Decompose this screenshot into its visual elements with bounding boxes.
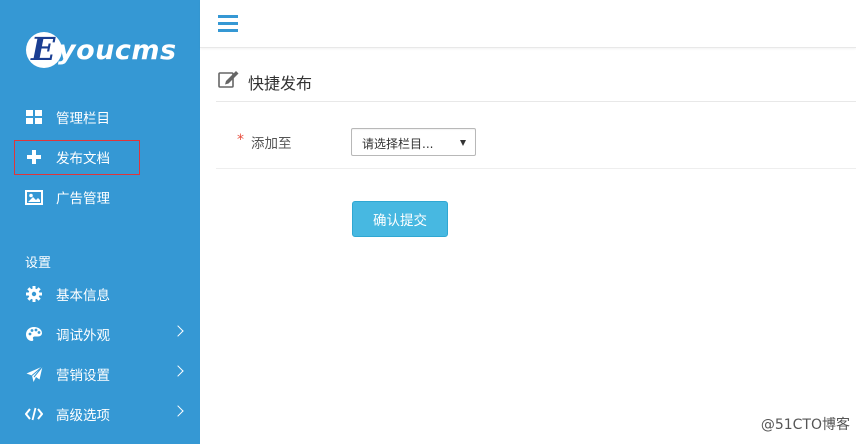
grid-icon bbox=[25, 108, 43, 126]
chevron-right-icon bbox=[172, 405, 184, 417]
paper-plane-icon bbox=[25, 365, 43, 383]
top-bar bbox=[200, 0, 856, 48]
brand-logo[interactable]: E youcms bbox=[26, 30, 177, 70]
field-label: 添加至 bbox=[251, 136, 292, 152]
select-value: 请选择栏目... bbox=[362, 137, 434, 151]
chevron-right-icon bbox=[172, 325, 184, 337]
sidebar-section-settings: 设置 bbox=[25, 256, 52, 271]
column-select[interactable]: 请选择栏目... bbox=[351, 128, 476, 156]
logo-letter: E bbox=[31, 30, 56, 68]
chevron-right-icon bbox=[172, 365, 184, 377]
sidebar-item-label: 管理栏目 bbox=[56, 111, 110, 127]
sidebar-item-advanced-options[interactable]: 高级选项 bbox=[0, 396, 200, 432]
sidebar-item-marketing-settings[interactable]: 营销设置 bbox=[0, 356, 200, 392]
sidebar-item-label: 基本信息 bbox=[56, 288, 110, 304]
submit-button[interactable]: 确认提交 bbox=[352, 201, 448, 237]
sidebar-item-ad-management[interactable]: 广告管理 bbox=[0, 179, 200, 215]
edit-icon bbox=[218, 69, 240, 89]
hamburger-icon[interactable] bbox=[218, 15, 238, 32]
code-icon bbox=[25, 405, 43, 423]
palette-icon bbox=[25, 325, 43, 343]
page-title: 快捷发布 bbox=[248, 74, 313, 93]
sidebar-item-debug-appearance[interactable]: 调试外观 bbox=[0, 316, 200, 352]
required-mark: * bbox=[237, 132, 244, 148]
sidebar: E youcms 管理栏目 发布文档 广告管理 设置 基本信息 调试外观 营销设… bbox=[0, 0, 200, 444]
gear-icon bbox=[25, 285, 43, 303]
annotation-highlight-box bbox=[14, 140, 140, 175]
sidebar-item-label: 调试外观 bbox=[56, 328, 110, 344]
sidebar-item-label: 高级选项 bbox=[56, 408, 110, 424]
sidebar-item-basic-info[interactable]: 基本信息 bbox=[0, 276, 200, 312]
caret-down-icon bbox=[460, 140, 466, 146]
sidebar-item-label: 广告管理 bbox=[56, 191, 110, 207]
logo-badge: E bbox=[26, 30, 62, 68]
watermark: @51CTO博客 bbox=[760, 417, 850, 433]
page-header: 快捷发布 bbox=[216, 62, 856, 102]
form-row-add-to: * 添加至 请选择栏目... bbox=[216, 118, 856, 169]
logo-text: youcms bbox=[58, 34, 177, 66]
sidebar-item-manage-columns[interactable]: 管理栏目 bbox=[0, 99, 200, 135]
image-icon bbox=[25, 188, 43, 206]
sidebar-item-label: 营销设置 bbox=[56, 368, 110, 384]
